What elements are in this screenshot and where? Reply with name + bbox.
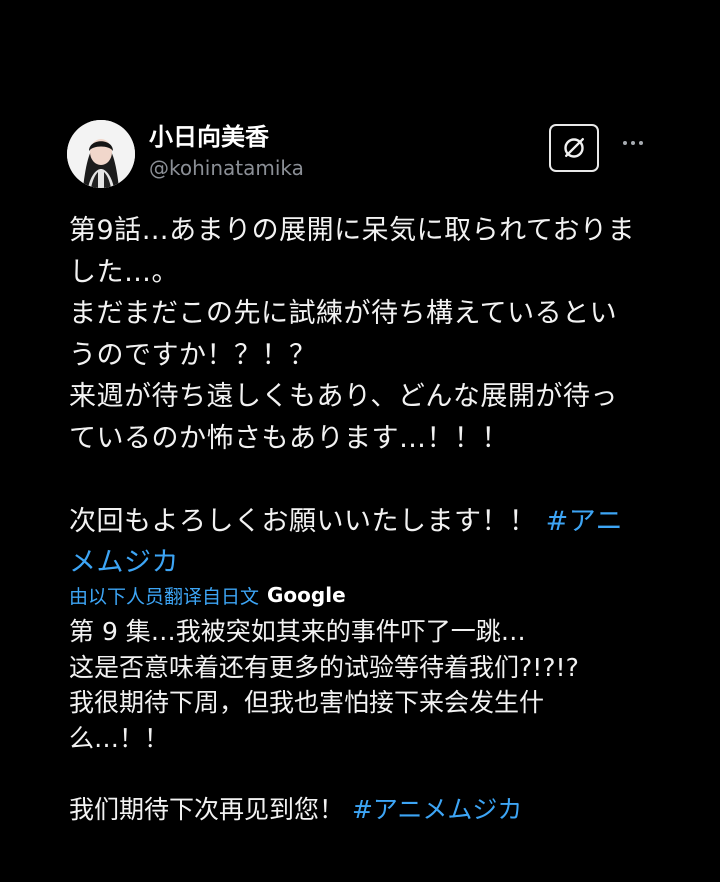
- author-info: 小日向美香 @kohinatamika: [149, 122, 469, 183]
- more-options-button[interactable]: [620, 131, 646, 155]
- post-closing-text: 次回もよろしくお願いいたします！！: [69, 505, 537, 537]
- post-text: 第9話…あまりの展開に呆気に取られておりま した…。 まだまだこの先に試練が待ち…: [69, 210, 647, 584]
- hashtag-link[interactable]: #アニメムジカ: [352, 795, 522, 824]
- post-line: した…。: [69, 256, 179, 288]
- translated-line: 第 9 集…我被突如其来的事件吓了一跳…: [69, 617, 526, 646]
- more-icon-dot: [639, 141, 643, 145]
- translated-closing-text: 我们期待下次再见到您！: [69, 794, 345, 824]
- translation-label[interactable]: 由以下人员翻译自日文: [69, 582, 259, 609]
- hashtag-link[interactable]: メムジカ: [69, 542, 647, 584]
- translated-line: 我们期待下次再见到您！ #アニメムジカ: [69, 792, 647, 828]
- post-line: うのですか！？！？: [69, 339, 317, 371]
- translated-post-text: 第 9 集…我被突如其来的事件吓了一跳… 这是否意味着还有更多的试验等待着我们?…: [69, 614, 647, 827]
- hashtag-link[interactable]: #アニ: [546, 506, 624, 537]
- more-icon-dot: [631, 141, 635, 145]
- avatar-image: [67, 120, 135, 188]
- translated-line: 我很期待下周，但我也害怕接下来会发生什: [69, 688, 545, 717]
- grok-icon: [564, 137, 584, 158]
- post-spacer: [69, 459, 647, 501]
- display-name[interactable]: 小日向美香: [149, 122, 469, 152]
- post-header: 小日向美香 @kohinatamika: [67, 120, 657, 190]
- post-line: 次回もよろしくお願いいたします！！ #アニ: [69, 501, 647, 543]
- post-line: 来週が待ち遠しくもあり、どんな展開が待っ: [69, 381, 618, 412]
- translated-spacer: [69, 756, 647, 792]
- google-logo: Google: [267, 583, 346, 607]
- post-line: まだまだこの先に試練が待ち構えているとい: [69, 298, 618, 329]
- more-icon: [623, 141, 627, 145]
- translated-line: 这是否意味着还有更多的试验等待着我们?!?!?: [69, 652, 579, 682]
- user-handle[interactable]: @kohinatamika: [149, 153, 469, 183]
- avatar[interactable]: [67, 120, 135, 188]
- post-line: 第9話…あまりの展開に呆気に取られておりま: [69, 215, 636, 246]
- grok-button[interactable]: [549, 124, 599, 172]
- post-line: ているのか怖さもあります…！！！: [69, 422, 509, 454]
- translation-source: 由以下人员翻译自日文 Google: [69, 580, 489, 610]
- translated-line: 么…！！: [69, 723, 170, 753]
